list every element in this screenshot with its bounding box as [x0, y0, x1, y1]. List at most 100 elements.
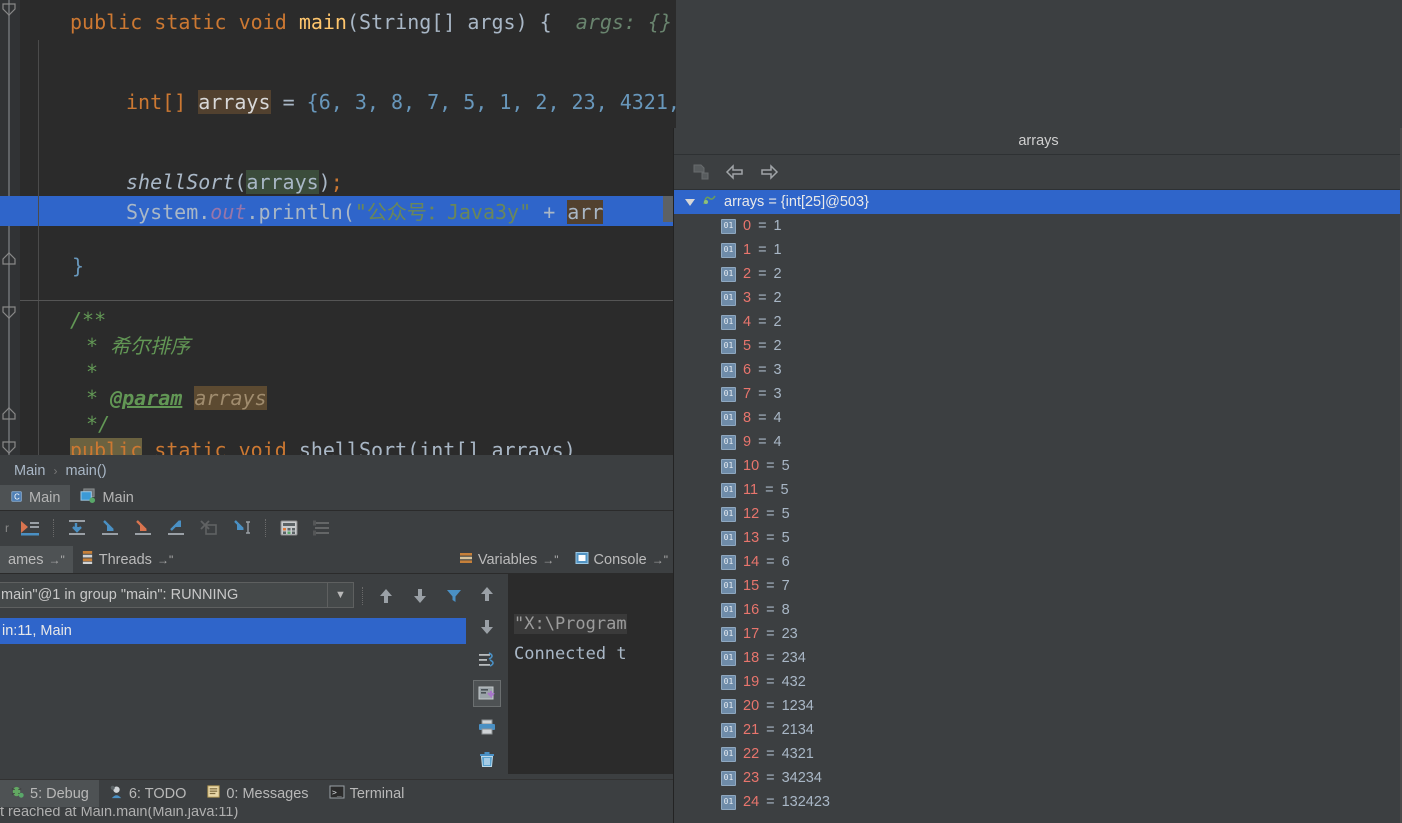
tool-window-bar[interactable]: 5: Debug 6: TODO 0: Messages >_ Terminal [0, 779, 676, 807]
breadcrumb-item-class[interactable]: Main [14, 463, 45, 479]
frames-move-down-button[interactable] [405, 582, 435, 610]
trash-icon[interactable] [473, 747, 501, 774]
array-entry-row[interactable]: 01 19 = 432 [674, 670, 1402, 694]
run-to-cursor-button[interactable] [227, 514, 257, 542]
array-entries-list[interactable]: 01 0 = 1 01 1 = 1 01 2 = 2 01 3 = 2 01 4 = 2 01 5 = 2 01 6 = 3 01 7 = 3… [674, 214, 1402, 814]
debugger-step-toolbar[interactable]: r [0, 511, 676, 545]
array-entry-row[interactable]: 01 23 = 34234 [674, 766, 1402, 790]
frames-move-up-button[interactable] [371, 582, 401, 610]
console-output[interactable]: "X:\Program Connected t [508, 574, 676, 774]
array-entry-equals: = [758, 290, 767, 306]
array-entry-row[interactable]: 01 10 = 5 [674, 454, 1402, 478]
inspect-window[interactable]: arrays arrays = {int[25]@503} 01 0 = 1 0… [673, 128, 1402, 823]
drop-frame-button[interactable] [194, 514, 224, 542]
console-tab[interactable]: Console →" [567, 546, 676, 573]
tree-node-root[interactable]: arrays = {int[25]@503} [674, 190, 1402, 214]
array-entry-row[interactable]: 01 5 = 2 [674, 334, 1402, 358]
array-entry-row[interactable]: 01 22 = 4321 [674, 742, 1402, 766]
threads-tab[interactable]: Threads →" [73, 546, 181, 573]
chevron-down-icon[interactable] [684, 196, 696, 208]
array-entry-row[interactable]: 01 17 = 23 [674, 622, 1402, 646]
tool-window-debug[interactable]: 5: Debug [0, 780, 99, 807]
scroll-to-end-button[interactable] [473, 679, 501, 708]
primitive-value-icon: 01 [721, 314, 736, 330]
array-entry-row[interactable]: 01 8 = 4 [674, 406, 1402, 430]
fold-marker-javadoc-end[interactable] [1, 405, 17, 421]
keyword-static: static [154, 10, 227, 34]
array-entry-row[interactable]: 01 1 = 1 [674, 238, 1402, 262]
chevron-down-icon[interactable]: ▼ [327, 583, 353, 607]
plus-operator: + [543, 200, 556, 224]
variables-tab-pin-icon[interactable]: →" [542, 553, 558, 567]
array-entry-row[interactable]: 01 15 = 7 [674, 574, 1402, 598]
fold-marker-shellsort[interactable] [1, 440, 17, 455]
selected-stack-frame[interactable]: in:11, Main [0, 618, 466, 644]
console-tab-pin-icon[interactable]: →" [652, 553, 668, 567]
frames-toolbar[interactable] [362, 582, 469, 610]
threads-tab-pin-icon[interactable]: →" [157, 553, 173, 567]
force-step-into-button[interactable] [128, 514, 158, 542]
console-tab-label: Console [593, 551, 647, 568]
fold-marker-method[interactable] [1, 2, 17, 18]
tool-window-terminal[interactable]: >_ Terminal [319, 780, 415, 807]
array-entry-equals: = [766, 554, 775, 570]
scroll-up-button[interactable] [473, 580, 501, 607]
array-entry-row[interactable]: 01 12 = 5 [674, 502, 1402, 526]
inspect-tree[interactable]: arrays = {int[25]@503} 01 0 = 1 01 1 = 1 01 2 = 2 01… [674, 190, 1402, 823]
array-entry-row[interactable]: 01 13 = 5 [674, 526, 1402, 550]
step-over-button[interactable] [62, 514, 92, 542]
array-entry-row[interactable]: 01 6 = 3 [674, 358, 1402, 382]
array-entry-row[interactable]: 01 9 = 4 [674, 430, 1402, 454]
code-text[interactable]: public static void main(String[] args) {… [20, 0, 676, 455]
array-entry-value: 6 [781, 554, 790, 570]
step-out-button[interactable] [161, 514, 191, 542]
show-execution-point-button[interactable] [15, 514, 45, 542]
array-entry-row[interactable]: 01 14 = 6 [674, 550, 1402, 574]
debug-tab-main-class[interactable]: C Main [0, 485, 71, 510]
array-entry-row[interactable]: 01 18 = 234 [674, 646, 1402, 670]
array-entry-row[interactable]: 01 11 = 5 [674, 478, 1402, 502]
breadcrumb-item-method[interactable]: main() [65, 463, 106, 479]
array-entry-row[interactable]: 01 21 = 2134 [674, 718, 1402, 742]
array-entry-row[interactable]: 01 20 = 1234 [674, 694, 1402, 718]
debug-tab-run-config[interactable]: Main [70, 485, 143, 510]
printer-icon[interactable] [473, 713, 501, 740]
fold-marker-method-end[interactable] [1, 250, 17, 266]
debugger-subtabs[interactable]: ames →" Threads →" Variables →" Console … [0, 546, 676, 574]
fold-marker-javadoc[interactable] [1, 305, 17, 321]
frames-filter-icon[interactable] [439, 582, 469, 610]
evaluate-expression-button[interactable] [274, 514, 304, 542]
tool-window-messages[interactable]: 0: Messages [196, 780, 318, 807]
debug-session-tabs[interactable]: C Main Main [0, 485, 676, 511]
array-entry-value: 5 [781, 530, 790, 546]
editor-gutter[interactable] [0, 0, 20, 455]
array-entry-row[interactable]: 01 24 = 132423 [674, 790, 1402, 814]
soft-wrap-icon[interactable] [473, 647, 501, 674]
settings-button[interactable] [307, 514, 337, 542]
frames-tab[interactable]: ames →" [0, 546, 73, 573]
thread-selector[interactable]: main"@1 in group "main": RUNNING ▼ [0, 582, 354, 608]
arrow-right-icon[interactable] [756, 160, 782, 184]
inspect-toolbar[interactable] [674, 155, 1402, 190]
array-entry-row[interactable]: 01 4 = 2 [674, 310, 1402, 334]
editor-scrollbar-thumb[interactable] [663, 196, 673, 222]
step-into-button[interactable] [95, 514, 125, 542]
frames-tab-pin-icon[interactable]: →" [48, 553, 64, 567]
tool-window-todo[interactable]: 6: TODO [99, 780, 196, 807]
scroll-down-button[interactable] [473, 613, 501, 640]
param-args: args [467, 10, 516, 34]
array-entry-row[interactable]: 01 2 = 2 [674, 262, 1402, 286]
array-entry-row[interactable]: 01 7 = 3 [674, 382, 1402, 406]
array-entry-row[interactable]: 01 3 = 2 [674, 286, 1402, 310]
code-editor[interactable]: public static void main(String[] args) {… [0, 0, 676, 455]
new-window-icon[interactable] [688, 160, 714, 184]
array-entry-row[interactable]: 01 16 = 8 [674, 598, 1402, 622]
primitive-value-icon: 01 [721, 434, 736, 450]
primitive-value-icon: 01 [721, 266, 736, 282]
frames-panel[interactable]: main"@1 in group "main": RUNNING ▼ in:11… [0, 574, 466, 774]
array-entry-row[interactable]: 01 0 = 1 [674, 214, 1402, 238]
javadoc-tag-param[interactable]: @param [110, 386, 182, 410]
variables-tab[interactable]: Variables →" [451, 546, 567, 573]
arrow-left-icon[interactable] [722, 160, 748, 184]
console-side-toolbar[interactable] [466, 574, 508, 774]
